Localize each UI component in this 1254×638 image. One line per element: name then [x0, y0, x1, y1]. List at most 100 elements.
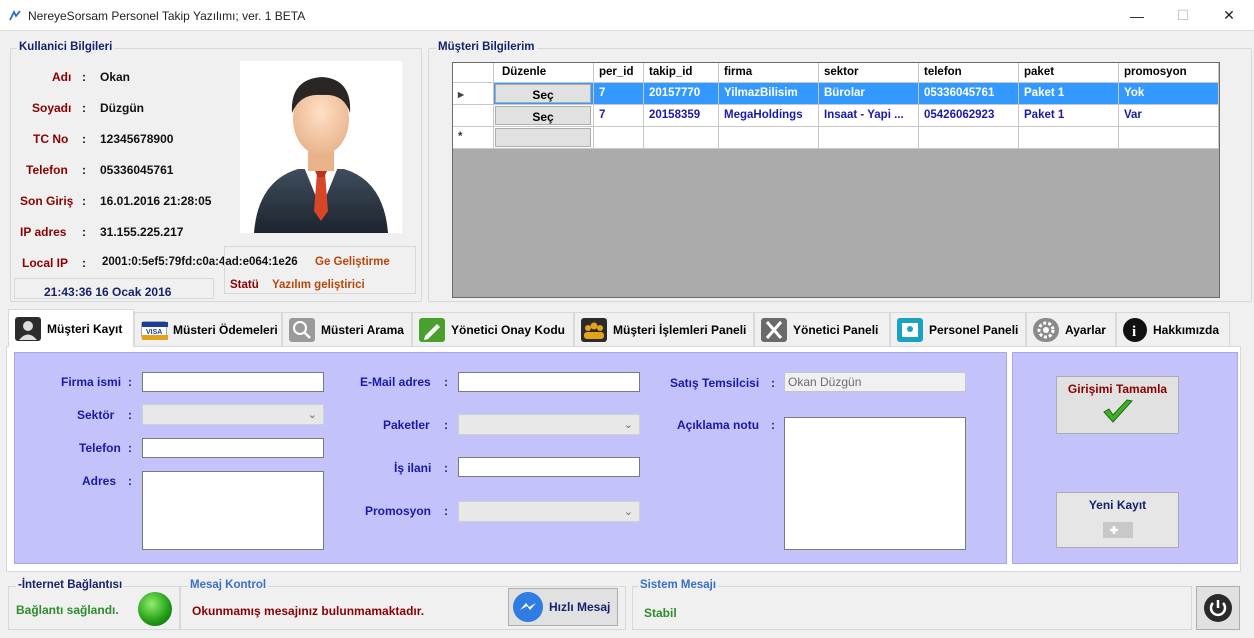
label-is-ilani: İş ilani	[394, 461, 432, 475]
tab-musteri-islemleri[interactable]: Müşteri İşlemleri Paneli	[574, 312, 754, 346]
column-header[interactable]: Düzenle	[494, 63, 594, 83]
colon: :	[128, 375, 132, 389]
cell-sektor[interactable]: Insaat - Yapi ...	[819, 105, 919, 127]
tab-musteri-odemeleri[interactable]: VISA Müsteri Ödemeleri	[134, 312, 282, 346]
telefon-input[interactable]	[142, 438, 324, 458]
email-input[interactable]	[458, 372, 640, 392]
new-cell[interactable]	[919, 127, 1019, 149]
select-button[interactable]: Seç	[495, 106, 591, 125]
adres-textarea[interactable]	[142, 471, 324, 550]
new-cell[interactable]	[594, 127, 644, 149]
tab-yonetici-onay[interactable]: Yönetici Onay Kodu	[412, 312, 574, 346]
is-ilani-input[interactable]	[458, 457, 640, 477]
satis-temsilcisi-input[interactable]	[784, 372, 966, 392]
power-icon	[1204, 594, 1232, 622]
label-sektor: Sektör	[77, 408, 115, 422]
new-row-button[interactable]	[495, 128, 591, 147]
colon: :	[444, 375, 448, 389]
label-promosyon: Promosyon	[365, 504, 432, 518]
tab-musteri-arama[interactable]: Müsteri Arama	[282, 312, 412, 346]
staff-icon	[897, 317, 923, 342]
colon: :	[444, 461, 448, 475]
colon: :	[128, 408, 132, 422]
tab-musteri-kayit[interactable]: Müşteri Kayıt	[8, 309, 134, 347]
app-icon	[9, 9, 21, 21]
cell-paket[interactable]: Paket 1	[1019, 105, 1119, 127]
firma-input[interactable]	[142, 372, 324, 392]
new-cell[interactable]	[819, 127, 919, 149]
column-header[interactable]: telefon	[919, 63, 1019, 83]
quick-message-button[interactable]: Hızlı Mesaj	[508, 588, 618, 626]
maximize-button[interactable]: ☐	[1160, 0, 1206, 31]
internet-title: -İnternet Bağlantısı	[16, 579, 125, 591]
gear-icon	[1033, 317, 1059, 342]
paketler-select[interactable]: ⌄	[458, 414, 640, 435]
column-header[interactable]: firma	[719, 63, 819, 83]
tab-label: Ayarlar	[1065, 322, 1106, 337]
colon: :	[128, 474, 132, 488]
label-tc: TC No	[33, 132, 69, 146]
new-cell[interactable]	[719, 127, 819, 149]
messenger-icon	[513, 592, 543, 622]
tab-yonetici-paneli[interactable]: Yönetici Paneli	[754, 312, 890, 346]
cell-promosyon[interactable]: Yok	[1119, 83, 1219, 105]
select-button[interactable]: Seç	[495, 84, 591, 103]
column-header[interactable]: sektor	[819, 63, 919, 83]
label-ip: IP adres	[20, 225, 67, 239]
new-cell[interactable]	[1119, 127, 1219, 149]
tab-ayarlar[interactable]: Ayarlar	[1026, 312, 1116, 346]
colon: :	[82, 225, 86, 239]
tab-personel-paneli[interactable]: Personel Paneli	[890, 312, 1026, 346]
label-surname: Soyadı	[32, 101, 72, 115]
new-row-marker[interactable]: *	[453, 127, 494, 149]
cell-telefon[interactable]: 05336045761	[919, 83, 1019, 105]
visa-card-icon: VISA	[141, 320, 168, 340]
user-icon	[15, 316, 41, 341]
column-header[interactable]: paket	[1019, 63, 1119, 83]
cell-sektor[interactable]: Bürolar	[819, 83, 919, 105]
cell-firma[interactable]: YilmazBilisim	[719, 83, 819, 105]
businessman-avatar-icon	[254, 77, 388, 233]
minimize-button[interactable]: —	[1114, 0, 1160, 31]
row-selector-arrow-icon[interactable]: ▸	[453, 83, 494, 105]
aciklama-textarea[interactable]	[784, 417, 966, 550]
cell-per-id[interactable]: 7	[594, 83, 644, 105]
row-selector[interactable]	[453, 105, 494, 127]
status-value: Yazılım geliştirici	[272, 279, 365, 291]
cell-telefon[interactable]: 05426062923	[919, 105, 1019, 127]
colon: :	[771, 376, 775, 390]
cell-paket[interactable]: Paket 1	[1019, 83, 1119, 105]
promosyon-select[interactable]: ⌄	[458, 501, 640, 522]
tab-label: Yönetici Paneli	[793, 322, 879, 337]
column-header[interactable]: promosyon	[1119, 63, 1219, 83]
colon: :	[771, 418, 775, 432]
power-button[interactable]	[1196, 586, 1240, 630]
table-row: Seç	[494, 83, 594, 105]
svg-text:VISA: VISA	[146, 329, 162, 336]
label-telefon: Telefon	[79, 441, 121, 455]
tab-hakkimizda[interactable]: i Hakkımızda	[1116, 312, 1230, 346]
column-header[interactable]: takip_id	[644, 63, 719, 83]
cell-firma[interactable]: MegaHoldings	[719, 105, 819, 127]
label-name: Adı	[52, 70, 72, 84]
colon: :	[82, 70, 86, 84]
cell-per-id[interactable]: 7	[594, 105, 644, 127]
checkmark-icon	[1102, 399, 1133, 423]
cell-takip-id[interactable]: 20157770	[644, 83, 719, 105]
svg-text:i: i	[1132, 324, 1136, 340]
column-header[interactable]: per_id	[594, 63, 644, 83]
sektor-select[interactable]: ⌄	[142, 404, 324, 425]
complete-button[interactable]: Girişimi Tamamla	[1056, 376, 1179, 434]
label-aciklama: Açıklama notu	[677, 418, 760, 432]
cell-takip-id[interactable]: 20158359	[644, 105, 719, 127]
new-cell[interactable]	[1019, 127, 1119, 149]
customers-grid[interactable]: Düzenle per_id takip_id firma sektor tel…	[452, 62, 1220, 298]
close-button[interactable]: ✕	[1206, 0, 1252, 31]
cell-promosyon[interactable]: Var	[1119, 105, 1219, 127]
group-icon	[581, 317, 607, 342]
colon: :	[82, 163, 86, 177]
new-record-button[interactable]: Yeni Kayıt	[1056, 492, 1179, 548]
new-cell[interactable]	[644, 127, 719, 149]
info-icon: i	[1123, 317, 1147, 342]
status-label: Statü	[230, 279, 259, 291]
